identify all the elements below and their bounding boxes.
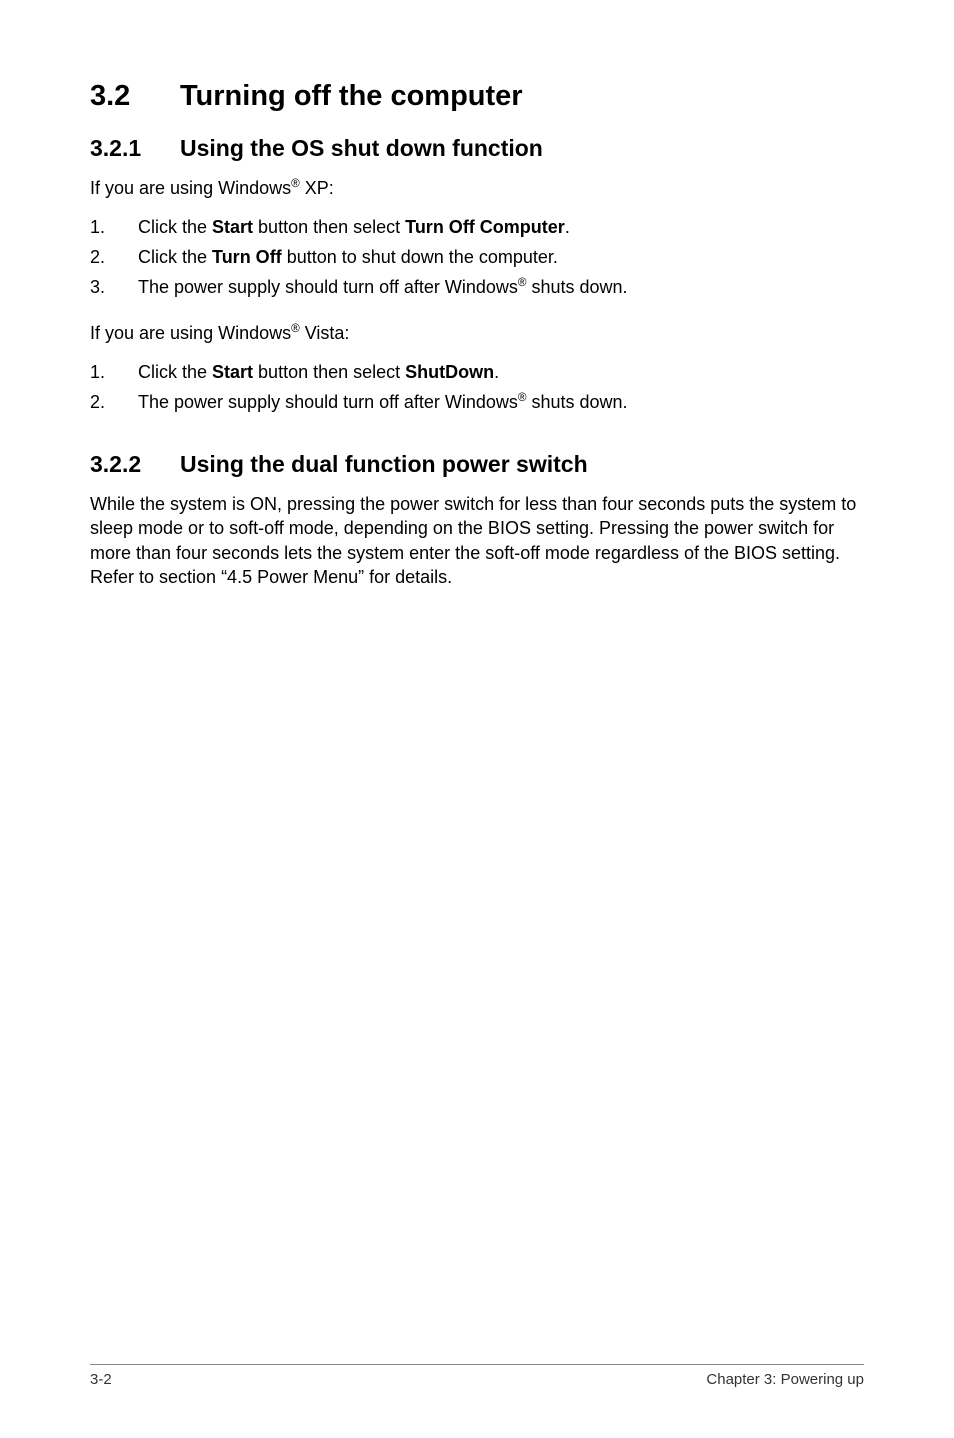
text-fragment: XP:	[300, 178, 334, 198]
step-text: Click the Turn Off button to shut down t…	[138, 244, 558, 270]
list-item: 2.Click the Turn Off button to shut down…	[90, 244, 864, 270]
list-item: 1.Click the Start button then select Tur…	[90, 214, 864, 240]
registered-trademark: ®	[291, 177, 300, 190]
step-number: 2.	[90, 244, 138, 270]
subsection-heading: 3.2.2Using the dual function power switc…	[90, 451, 864, 478]
step-text: The power supply should turn off after W…	[138, 389, 628, 415]
section-title: Turning off the computer	[180, 80, 523, 112]
subsection-heading: 3.2.1Using the OS shut down function	[90, 135, 864, 162]
intro-text-xp: If you are using Windows® XP:	[90, 176, 864, 200]
page-number: 3-2	[90, 1371, 112, 1388]
subsection-number: 3.2.1	[90, 135, 180, 162]
subsection-title: Using the dual function power switch	[180, 451, 588, 477]
list-item: 1.Click the Start button then select Shu…	[90, 359, 864, 385]
step-number: 1.	[90, 214, 138, 240]
page-footer: 3-2 Chapter 3: Powering up	[90, 1364, 864, 1388]
steps-list-vista: 1.Click the Start button then select Shu…	[90, 359, 864, 415]
step-text: The power supply should turn off after W…	[138, 274, 628, 300]
section-number: 3.2	[90, 80, 180, 113]
chapter-label: Chapter 3: Powering up	[706, 1371, 864, 1388]
subsection-title: Using the OS shut down function	[180, 135, 543, 161]
body-text: While the system is ON, pressing the pow…	[90, 492, 864, 589]
subsection-number: 3.2.2	[90, 451, 180, 478]
step-text: Click the Start button then select Turn …	[138, 214, 570, 240]
step-number: 3.	[90, 274, 138, 300]
text-fragment: If you are using Windows	[90, 178, 291, 198]
section-heading: 3.2Turning off the computer	[90, 80, 864, 113]
step-text: Click the Start button then select ShutD…	[138, 359, 499, 385]
text-fragment: Vista:	[300, 323, 350, 343]
step-number: 1.	[90, 359, 138, 385]
step-number: 2.	[90, 389, 138, 415]
list-item: 3.The power supply should turn off after…	[90, 274, 864, 300]
registered-trademark: ®	[291, 322, 300, 335]
intro-text-vista: If you are using Windows® Vista:	[90, 321, 864, 345]
steps-list-xp: 1.Click the Start button then select Tur…	[90, 214, 864, 300]
list-item: 2.The power supply should turn off after…	[90, 389, 864, 415]
text-fragment: If you are using Windows	[90, 323, 291, 343]
